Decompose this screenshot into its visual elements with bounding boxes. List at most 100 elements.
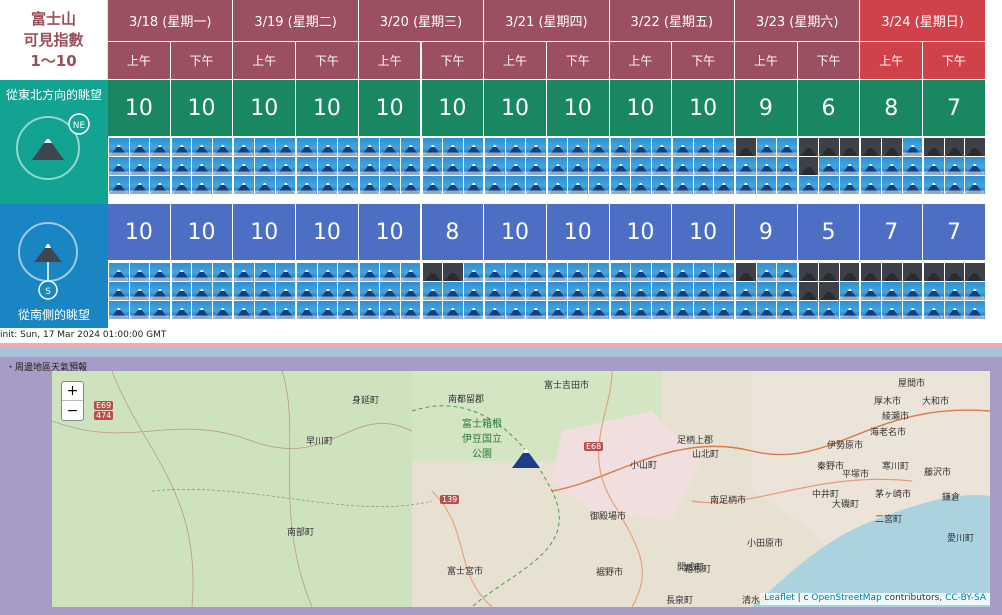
map-place-label: 南部町 bbox=[287, 528, 315, 538]
fuji-clear-icon bbox=[359, 176, 380, 194]
fuji-clear-icon bbox=[505, 138, 526, 156]
visibility-icon-grid bbox=[797, 262, 861, 320]
map-place-label: 平塚市 bbox=[842, 470, 870, 480]
fuji-clear-icon bbox=[756, 138, 777, 156]
fuji-cloudy-icon bbox=[443, 263, 463, 281]
fuji-clear-icon bbox=[610, 157, 631, 175]
fuji-cloudy-icon bbox=[924, 263, 944, 281]
leaflet-link[interactable]: Leaflet bbox=[764, 593, 795, 603]
map-attribution: Leaflet | c OpenStreetMap contributors, … bbox=[760, 593, 990, 605]
fuji-clear-icon bbox=[861, 282, 881, 300]
fuji-clear-icon bbox=[297, 282, 317, 300]
map-park-label: 富士箱根 伊豆国立 公園 bbox=[462, 419, 502, 460]
day-header: 3/24 (星期日) bbox=[860, 0, 986, 41]
fuji-clear-icon bbox=[109, 138, 129, 156]
fuji-cloudy-icon bbox=[881, 138, 902, 156]
half-day-header: 上午 bbox=[860, 41, 924, 79]
fuji-clear-icon bbox=[150, 263, 170, 281]
fuji-clear-icon bbox=[944, 282, 965, 300]
fuji-clear-icon bbox=[631, 301, 651, 319]
fuji-clear-icon bbox=[109, 157, 129, 175]
fuji-clear-icon bbox=[777, 176, 797, 194]
fuji-clear-icon bbox=[568, 301, 589, 319]
day-header: 3/21 (星期四) bbox=[484, 0, 610, 41]
visibility-score: 10 bbox=[546, 80, 610, 136]
osm-link[interactable]: OpenStreetMap bbox=[811, 593, 881, 603]
fuji-cloudy-icon bbox=[798, 263, 819, 281]
area-map[interactable]: 富士吉田市 南都留郡 身延町 早川町 南部町 富士宮市 裾野市 御殿場市 小山町 山北町 足柄上郡南… bbox=[52, 371, 990, 607]
day-header: 3/23 (星期六) bbox=[735, 0, 861, 41]
fuji-clear-icon bbox=[902, 301, 923, 319]
fuji-cloudy-icon bbox=[819, 282, 839, 300]
road-shield: 474 bbox=[94, 411, 114, 420]
fuji-clear-icon bbox=[610, 282, 631, 300]
visibility-score: 10 bbox=[672, 80, 735, 136]
fuji-clear-icon bbox=[338, 157, 358, 175]
visibility-icon-grid bbox=[108, 262, 171, 320]
fuji-clear-icon bbox=[275, 176, 296, 194]
fuji-clear-icon bbox=[380, 301, 400, 319]
map-place-label: 大磯町 bbox=[832, 500, 860, 510]
fuji-clear-icon bbox=[881, 176, 902, 194]
license-link[interactable]: CC-BY-SA bbox=[945, 593, 986, 603]
visibility-icon-grid bbox=[735, 137, 798, 195]
visibility-icon-grid bbox=[672, 262, 735, 320]
visibility-icon-grid bbox=[546, 137, 610, 195]
fuji-clear-icon bbox=[526, 263, 546, 281]
zoom-in-button[interactable]: + bbox=[62, 382, 83, 401]
fuji-cloudy-icon bbox=[736, 138, 756, 156]
fuji-clear-icon bbox=[463, 263, 484, 281]
fuji-clear-icon bbox=[839, 301, 860, 319]
visibility-score: 10 bbox=[484, 80, 547, 136]
fuji-clear-icon bbox=[338, 301, 358, 319]
zoom-out-button[interactable]: − bbox=[62, 401, 83, 420]
visibility-icon-grid bbox=[860, 262, 924, 320]
visibility-score: 10 bbox=[233, 204, 297, 260]
visibility-icon-grid bbox=[609, 262, 673, 320]
fuji-clear-icon bbox=[443, 157, 463, 175]
fuji-clear-icon bbox=[547, 157, 568, 175]
fuji-clear-icon bbox=[254, 176, 275, 194]
fuji-cloudy-icon bbox=[798, 157, 819, 175]
fuji-clear-icon bbox=[380, 157, 400, 175]
half-day-header: 上午 bbox=[233, 41, 297, 79]
view-northeast-label: 從東北方向的眺望 bbox=[5, 88, 102, 102]
half-day-header: 下午 bbox=[672, 41, 735, 79]
fuji-clear-icon bbox=[526, 176, 546, 194]
fuji-clear-icon bbox=[673, 176, 693, 194]
fuji-clear-icon bbox=[171, 138, 192, 156]
fuji-clear-icon bbox=[714, 263, 734, 281]
fuji-clear-icon bbox=[297, 138, 317, 156]
fuji-clear-icon bbox=[839, 157, 860, 175]
fuji-clear-icon bbox=[589, 301, 609, 319]
fuji-clear-icon bbox=[568, 176, 589, 194]
fuji-cloudy-icon bbox=[798, 138, 819, 156]
visibility-score: 9 bbox=[735, 204, 798, 260]
fuji-clear-icon bbox=[485, 301, 505, 319]
fuji-clear-icon bbox=[902, 282, 923, 300]
fuji-clear-icon bbox=[275, 157, 296, 175]
fuji-clear-icon bbox=[505, 263, 526, 281]
fuji-clear-icon bbox=[839, 176, 860, 194]
visibility-score: 7 bbox=[860, 204, 924, 260]
fuji-cloudy-icon bbox=[819, 138, 839, 156]
fuji-clear-icon bbox=[965, 282, 985, 300]
visibility-icon-grid bbox=[358, 262, 422, 320]
map-place-label: 富士吉田市 bbox=[544, 381, 590, 391]
fuji-clear-icon bbox=[505, 282, 526, 300]
fuji-clear-icon bbox=[547, 176, 568, 194]
visibility-icon-grid bbox=[233, 262, 297, 320]
day-header: 3/22 (星期五) bbox=[609, 0, 735, 41]
fuji-clear-icon bbox=[568, 157, 589, 175]
fuji-clear-icon bbox=[234, 157, 254, 175]
half-day-header: 下午 bbox=[421, 41, 485, 79]
half-day-header: 下午 bbox=[546, 41, 610, 79]
visibility-score: 10 bbox=[358, 204, 422, 260]
fuji-clear-icon bbox=[150, 282, 170, 300]
fuji-clear-icon bbox=[714, 157, 734, 175]
fuji-clear-icon bbox=[380, 138, 400, 156]
fuji-clear-icon bbox=[400, 176, 421, 194]
road-shield: E68 bbox=[584, 442, 604, 451]
fuji-clear-icon bbox=[673, 138, 693, 156]
fuji-clear-icon bbox=[526, 301, 546, 319]
